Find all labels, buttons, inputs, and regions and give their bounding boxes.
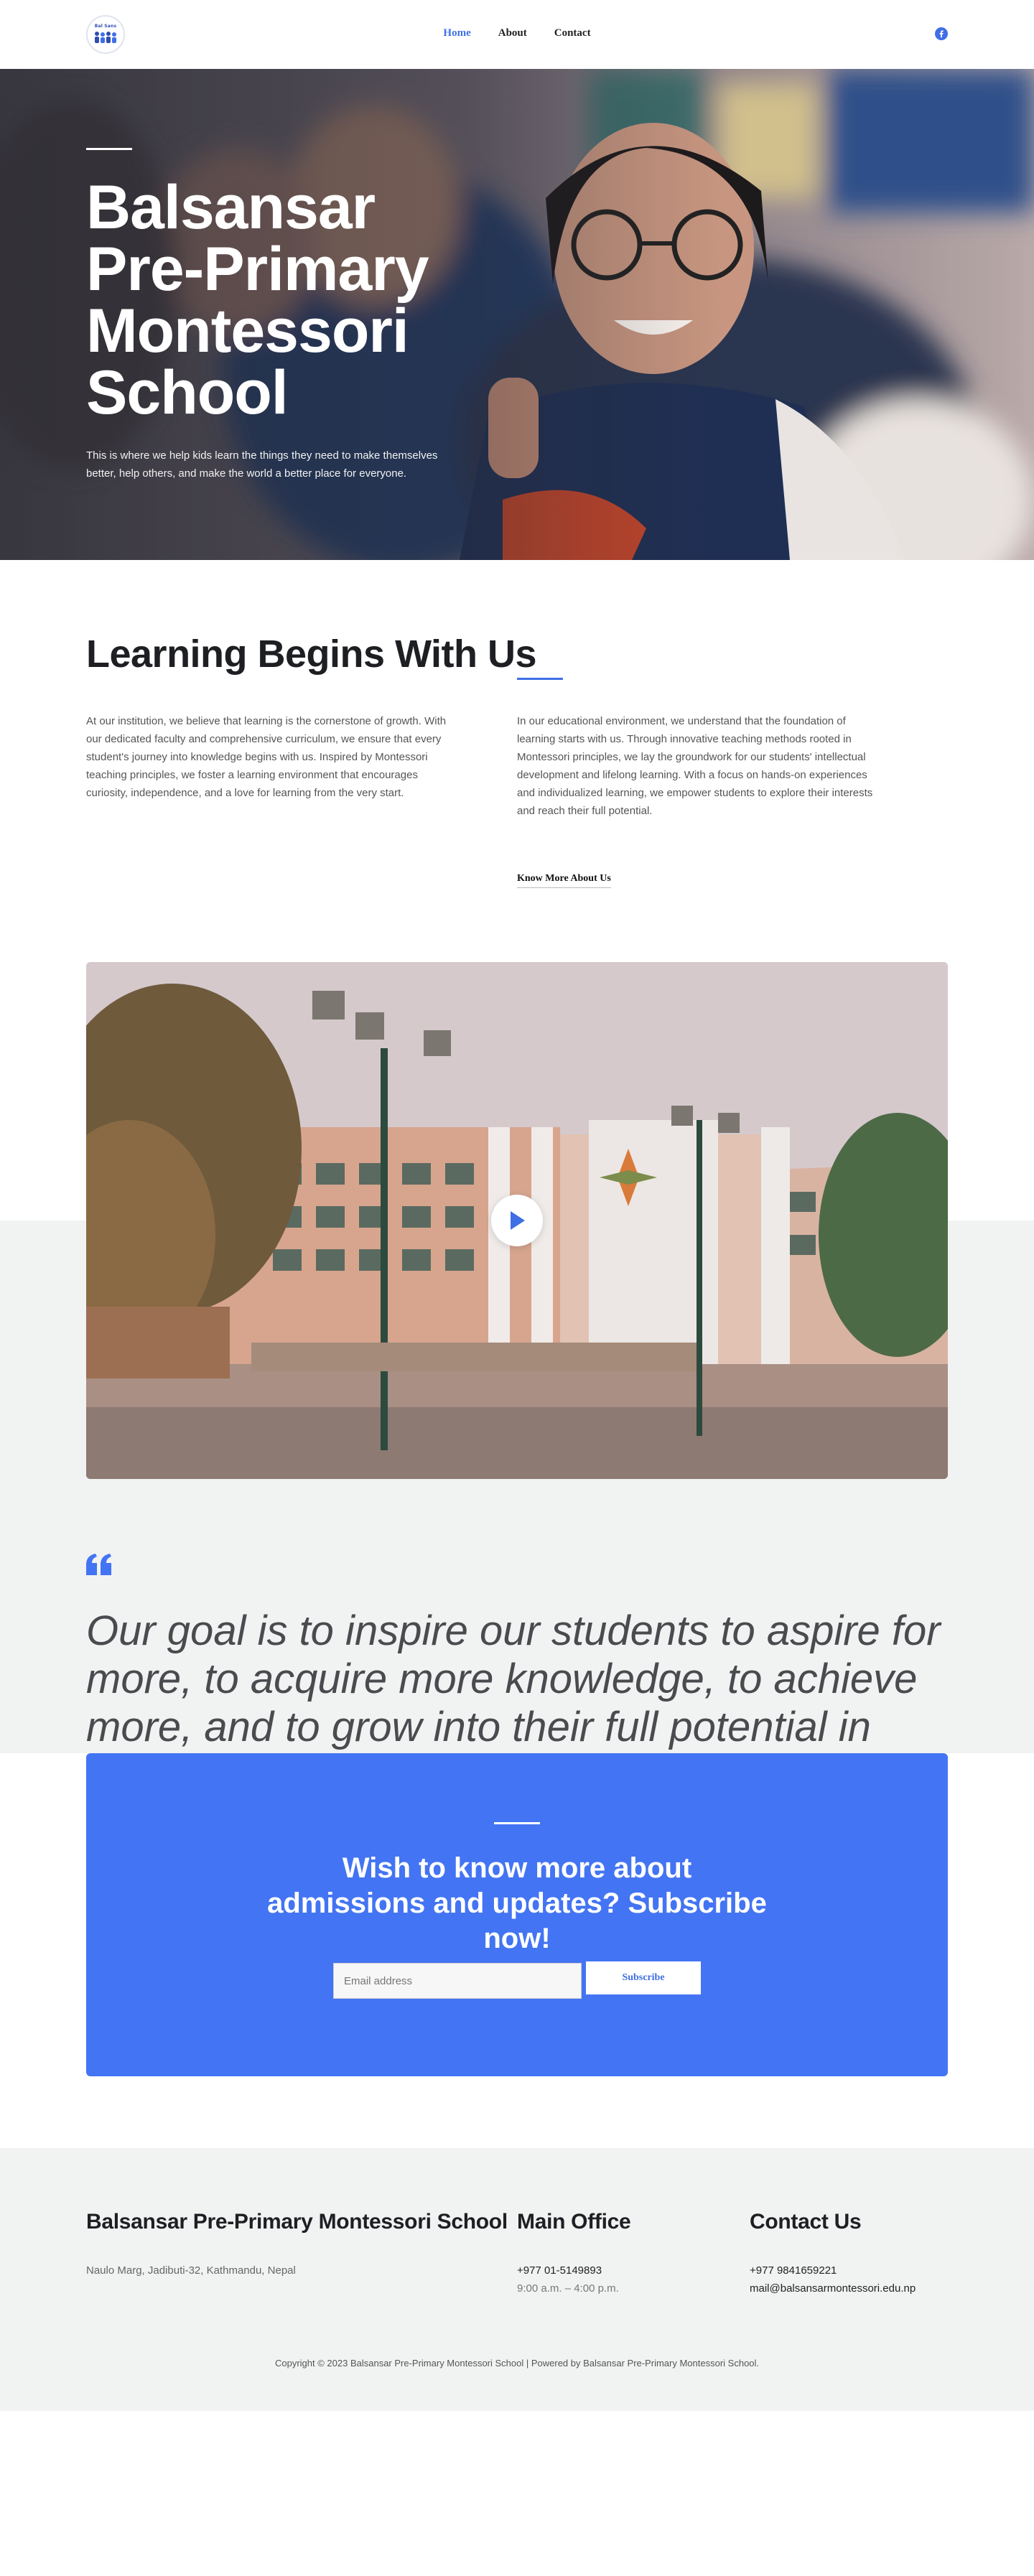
nav-contact[interactable]: Contact bbox=[554, 27, 591, 39]
about-heading: Learning Begins With Us bbox=[86, 633, 537, 676]
subscribe-heading: Wish to know more about admissions and u… bbox=[267, 1852, 767, 1954]
quote-icon bbox=[86, 1554, 111, 1575]
nav-about[interactable]: About bbox=[498, 27, 527, 39]
footer-office-hours: 9:00 a.m. – 4:00 p.m. bbox=[517, 2282, 619, 2295]
subscribe-button[interactable]: Subscribe bbox=[586, 1961, 701, 1994]
email-input[interactable] bbox=[333, 1963, 582, 1999]
hero-divider bbox=[86, 148, 132, 150]
footer-office-title: Main Office bbox=[517, 2210, 631, 2234]
video-quote-section: Our goal is to inspire our students to a… bbox=[0, 962, 1034, 1798]
footer-office-phone[interactable]: +977 01-5149893 bbox=[517, 2262, 602, 2279]
play-button[interactable] bbox=[491, 1195, 543, 1246]
hero-text: This is where we help kids learn the thi… bbox=[86, 449, 438, 480]
about-text-left: At our institution, we believe that lear… bbox=[86, 715, 447, 799]
footer-contact-title: Contact Us bbox=[750, 2210, 862, 2234]
play-icon bbox=[511, 1211, 525, 1230]
site-footer: Balsansar Pre-Primary Montessori School … bbox=[0, 2148, 1034, 2411]
nav-home[interactable]: Home bbox=[443, 27, 470, 39]
footer-contact-phone[interactable]: +977 9841659221 bbox=[750, 2262, 837, 2279]
main-nav: Home About Contact bbox=[0, 27, 1034, 39]
subscribe-card: Wish to know more about admissions and u… bbox=[86, 1753, 948, 2076]
facebook-icon[interactable] bbox=[935, 27, 948, 40]
video-player[interactable] bbox=[86, 962, 948, 1479]
know-more-link[interactable]: Know More About Us bbox=[517, 873, 611, 888]
about-text-right: In our educational environment, we under… bbox=[517, 715, 873, 817]
hero-section: Balsansar Pre-Primary Montessori School … bbox=[0, 69, 1034, 560]
subscribe-section: Wish to know more about admissions and u… bbox=[0, 1753, 1034, 2148]
site-header: Bal Sans Home About Contact bbox=[0, 0, 1034, 69]
hero-title: Balsansar Pre-Primary Montessori School bbox=[86, 173, 429, 427]
footer-school-name: Balsansar Pre-Primary Montessori School bbox=[86, 2210, 508, 2234]
about-divider bbox=[517, 678, 563, 680]
footer-contact-email[interactable]: mail@balsansarmontessori.edu.np bbox=[750, 2279, 916, 2297]
about-section: Learning Begins With Us At our instituti… bbox=[0, 560, 1034, 962]
subscribe-divider bbox=[494, 1822, 540, 1824]
footer-address: Naulo Marg, Jadibuti-32, Kathmandu, Nepa… bbox=[86, 2264, 296, 2277]
copyright-text: Copyright © 2023 Balsansar Pre-Primary M… bbox=[274, 2358, 760, 2369]
